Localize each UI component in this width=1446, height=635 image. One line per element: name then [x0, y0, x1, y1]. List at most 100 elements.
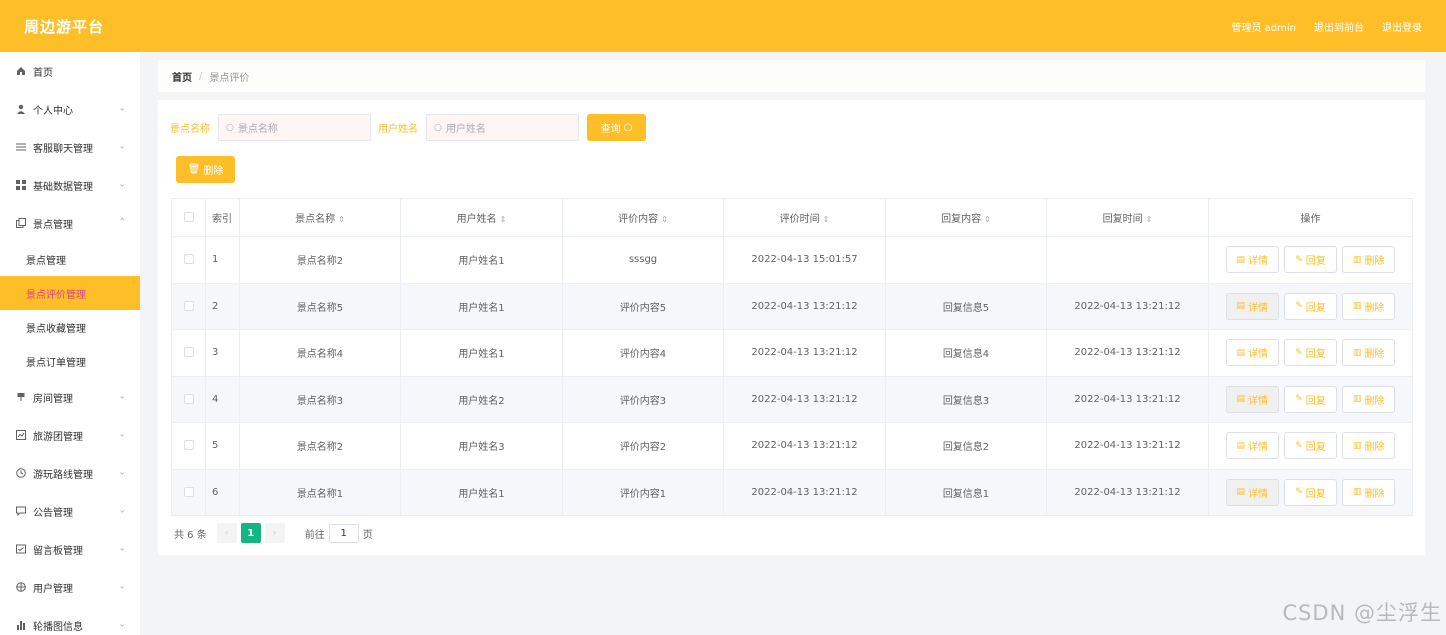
spot-name-placeholder: 景点名称 — [237, 124, 278, 135]
table-row: 1 景点名称2 用户姓名1 sssgg 2022-04-13 15:01:57 … — [171, 236, 1413, 284]
delete-button[interactable]: ▥ 删除 — [1342, 385, 1396, 413]
row-checkbox[interactable] — [183, 254, 194, 265]
row-checkbox[interactable] — [183, 486, 194, 497]
delete-button[interactable]: ▥ 删除 — [1342, 339, 1396, 367]
cell-content: 评价内容3 — [562, 375, 724, 423]
column-header-index: 索引 — [205, 198, 240, 237]
select-all-checkbox[interactable] — [183, 212, 194, 222]
cell-actions: ▤ 详情 ✎ 回复 ▥ 删除 — [1208, 236, 1413, 284]
sidebar-item-home[interactable]: 首页 — [0, 52, 140, 90]
home-icon — [15, 65, 27, 77]
filter-row: 景点名称 ○ 景点名称 用户姓名 ○ 用户姓名 查询 ○ — [170, 114, 646, 141]
detail-button[interactable]: ▤ 详情 — [1225, 292, 1279, 320]
sidebar-item-announcement[interactable]: 公告管理 ⌄ — [0, 492, 140, 530]
spot-name-input[interactable]: ○ 景点名称 — [218, 114, 371, 141]
submenu-spot-favorite-management[interactable]: 景点收藏管理 — [0, 310, 140, 344]
cell-time: 2022-04-13 13:21:12 — [723, 422, 886, 470]
sidebar: 首页 个人中心 ⌄ 客服聊天管理 ⌄ 基础数据管理 ⌄ 景点管理 ⌃ 景点管理 … — [0, 52, 140, 635]
submenu-spot-management[interactable]: 景点管理 — [0, 242, 140, 276]
column-header-reply-time[interactable]: 回复时间 ⇕ — [1046, 198, 1209, 237]
sidebar-item-chat[interactable]: 客服聊天管理 ⌄ — [0, 128, 140, 166]
reply-button[interactable]: ✎ 回复 — [1284, 292, 1337, 320]
reply-button[interactable]: ✎ 回复 — [1284, 432, 1337, 460]
table-row: 4 景点名称3 用户姓名2 评价内容3 2022-04-13 13:21:12 … — [171, 375, 1413, 423]
breadcrumb: 首页 / 景点评价 — [158, 60, 1425, 92]
cell-index: 3 — [205, 329, 240, 377]
detail-button[interactable]: ▤ 详情 — [1225, 339, 1279, 367]
delete-button[interactable]: ▥ 删除 — [1342, 432, 1396, 460]
sidebar-item-message-board[interactable]: 留言板管理 ⌄ — [0, 530, 140, 568]
admin-user-label: 管理员 admin — [1231, 22, 1296, 34]
chevron-down-icon: ⌄ — [118, 505, 126, 516]
cell-reply — [885, 236, 1047, 284]
logout-link[interactable]: 退出登录 — [1382, 19, 1422, 34]
row-checkbox[interactable] — [183, 440, 194, 451]
reply-button[interactable]: ✎ 回复 — [1284, 385, 1337, 413]
chevron-down-icon: ⌄ — [118, 581, 126, 592]
cell-content: 评价内容5 — [562, 282, 724, 330]
reply-button[interactable]: ✎ 回复 — [1284, 339, 1337, 367]
delete-button[interactable]: ▥ 删除 — [1342, 478, 1396, 506]
submenu-spot-order-management[interactable]: 景点订单管理 — [0, 344, 140, 378]
detail-button[interactable]: ▤ 详情 — [1225, 246, 1279, 274]
bar-chart-icon — [15, 619, 27, 631]
cell-spot: 景点名称4 — [239, 329, 401, 377]
pagination: 共 6 条 ‹ 1 › 前往 1 页 — [174, 523, 373, 543]
sidebar-item-label: 景点管理 — [33, 219, 73, 231]
row-checkbox[interactable] — [183, 347, 194, 358]
reply-button[interactable]: ✎ 回复 — [1284, 478, 1337, 506]
top-bar: 周边游平台 管理员 admin 退出到前台 退出登录 — [0, 0, 1446, 52]
batch-delete-button[interactable]: 🗑︎ 删除 — [176, 156, 235, 183]
page-suffix: 页 — [362, 529, 373, 541]
chevron-down-icon: ⌄ — [118, 619, 126, 630]
column-header-reply[interactable]: 回复内容 ⇕ — [885, 198, 1047, 237]
sidebar-item-route[interactable]: 游玩路线管理 ⌄ — [0, 454, 140, 492]
row-checkbox[interactable] — [183, 393, 194, 404]
next-page-button[interactable]: › — [264, 523, 285, 543]
submenu-spot-review-management[interactable]: 景点评价管理 — [0, 276, 140, 310]
delete-button[interactable]: ▥ 删除 — [1342, 292, 1396, 320]
reply-button[interactable]: ✎ 回复 — [1284, 246, 1337, 274]
goto-page-input[interactable]: 1 — [328, 523, 359, 543]
prev-page-button[interactable]: ‹ — [216, 523, 237, 543]
cell-reply: 回复信息5 — [885, 282, 1047, 330]
user-name-input[interactable]: ○ 用户姓名 — [426, 114, 579, 141]
sidebar-item-carousel[interactable]: 轮播图信息 ⌄ — [0, 606, 140, 635]
cell-user: 用户姓名1 — [400, 468, 563, 516]
detail-button[interactable]: ▤ 详情 — [1225, 385, 1279, 413]
trash-icon: ▥ — [1352, 254, 1362, 265]
sidebar-item-room-management[interactable]: 房间管理 ⌄ — [0, 378, 140, 416]
query-button[interactable]: 查询 ○ — [587, 114, 646, 141]
detail-button[interactable]: ▤ 详情 — [1225, 432, 1279, 460]
delete-label: 删除 — [1364, 349, 1385, 361]
sidebar-item-user-management[interactable]: 用户管理 ⌄ — [0, 568, 140, 606]
row-checkbox[interactable] — [183, 300, 194, 311]
sidebar-item-label: 个人中心 — [33, 105, 73, 117]
column-header-user[interactable]: 用户姓名 ⇕ — [400, 198, 563, 237]
sidebar-item-spot-management[interactable]: 景点管理 ⌃ — [0, 204, 140, 242]
cell-time: 2022-04-13 15:01:57 — [723, 236, 886, 284]
trash-icon: ▥ — [1352, 301, 1362, 312]
board-icon — [15, 543, 27, 555]
column-header-spot[interactable]: 景点名称 ⇕ — [239, 198, 401, 237]
detail-label: 详情 — [1248, 256, 1269, 268]
page-number-current[interactable]: 1 — [240, 523, 261, 543]
cell-index: 1 — [205, 236, 240, 284]
sidebar-item-label: 基础数据管理 — [33, 181, 93, 193]
query-button-label: 查询 — [600, 124, 621, 135]
exit-to-frontend-link[interactable]: 退出到前台 — [1314, 19, 1364, 34]
sidebar-item-basic-data[interactable]: 基础数据管理 ⌄ — [0, 166, 140, 204]
column-header-label: 评价时间 — [779, 214, 820, 225]
select-all-cell — [171, 198, 206, 237]
sidebar-item-tour-group[interactable]: 旅游团管理 ⌄ — [0, 416, 140, 454]
detail-button[interactable]: ▤ 详情 — [1225, 478, 1279, 506]
table-row: 5 景点名称2 用户姓名3 评价内容2 2022-04-13 13:21:12 … — [171, 422, 1413, 470]
sidebar-item-personal-center[interactable]: 个人中心 ⌄ — [0, 90, 140, 128]
breadcrumb-home[interactable]: 首页 — [172, 69, 192, 84]
spot-name-label: 景点名称 — [170, 124, 210, 135]
delete-button[interactable]: ▥ 删除 — [1342, 246, 1396, 274]
column-header-content[interactable]: 评价内容 ⇕ — [562, 198, 724, 237]
breadcrumb-separator: / — [199, 70, 203, 82]
column-header-time[interactable]: 评价时间 ⇕ — [723, 198, 886, 237]
sidebar-item-label: 客服聊天管理 — [33, 143, 93, 155]
